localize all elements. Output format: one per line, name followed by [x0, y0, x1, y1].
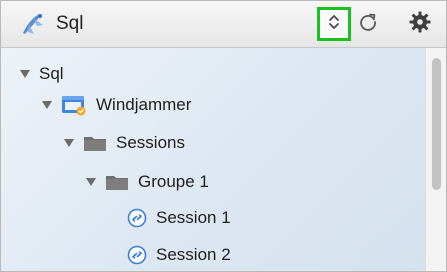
vertical-scrollbar[interactable]	[425, 48, 446, 271]
scrollbar-thumb[interactable]	[432, 58, 441, 190]
tree-row-sessions-folder[interactable]: Sessions	[63, 126, 185, 160]
session-icon	[127, 208, 147, 228]
session-tree: Sql Windjammer Sessions Groupe 1 Session…	[1, 48, 425, 271]
tree-row-session-2[interactable]: Session 2	[127, 238, 231, 271]
up-down-chevron-icon	[327, 13, 341, 36]
disclosure-triangle-icon[interactable]	[41, 99, 53, 111]
tree-label-root: Sql	[39, 64, 64, 83]
tree-label-session: Session 2	[156, 245, 231, 264]
database-connection-icon	[61, 94, 87, 116]
tree-label-sessions: Sessions	[116, 133, 185, 152]
sql-app-icon	[19, 11, 49, 39]
disclosure-triangle-icon[interactable]	[19, 68, 31, 80]
folder-icon	[83, 134, 107, 152]
tree-row-root[interactable]: Sql	[19, 57, 64, 91]
disclosure-triangle-icon[interactable]	[63, 137, 75, 149]
toolbar: Sql	[1, 1, 446, 48]
tree-label-connection: Windjammer	[96, 95, 192, 114]
sort-toggle-button[interactable]	[317, 7, 351, 41]
tree-label-session: Session 1	[156, 208, 231, 227]
tree-row-group[interactable]: Groupe 1	[85, 165, 209, 199]
gear-icon	[408, 10, 432, 39]
session-icon	[127, 245, 147, 265]
disclosure-triangle-icon[interactable]	[85, 176, 97, 188]
sql-panel-window: Sql Sql Windjammer Sessions Groupe 1 Ses…	[0, 0, 447, 272]
tree-row-session-1[interactable]: Session 1	[127, 201, 231, 235]
tree-label-group: Groupe 1	[138, 172, 209, 191]
settings-button[interactable]	[405, 9, 435, 39]
refresh-button[interactable]	[353, 9, 383, 39]
folder-icon	[105, 173, 129, 191]
refresh-icon	[357, 11, 379, 38]
app-title: Sql	[56, 13, 84, 34]
tree-row-connection[interactable]: Windjammer	[41, 88, 191, 122]
